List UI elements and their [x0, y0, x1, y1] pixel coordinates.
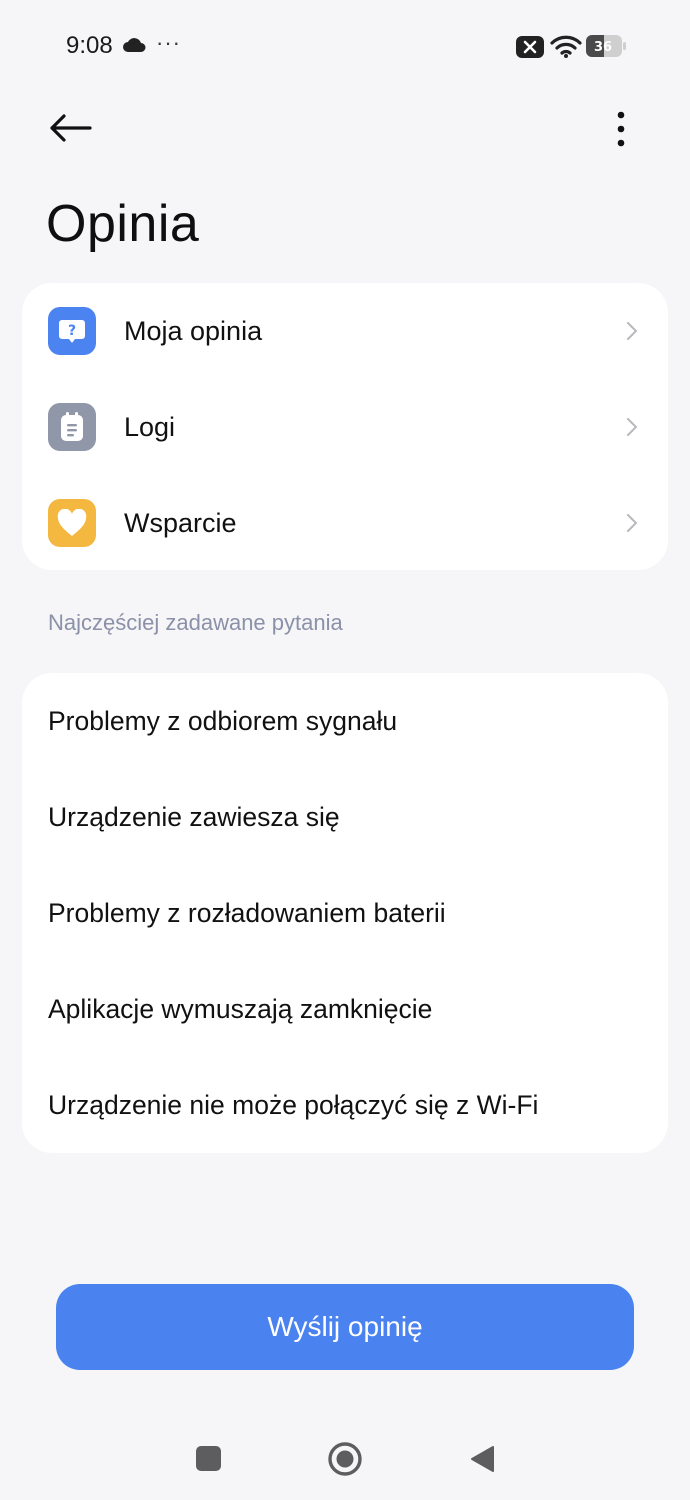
faq-item[interactable]: Problemy z odbiorem sygnału	[22, 673, 668, 769]
clipboard-icon	[48, 403, 96, 451]
send-feedback-button[interactable]: Wyślij opinię	[56, 1284, 634, 1370]
menu-item-support[interactable]: Wsparcie	[22, 475, 668, 571]
faq-item-label: Urządzenie nie może połączyć się z Wi-Fi	[48, 1089, 539, 1120]
battery-level: 36	[594, 40, 612, 55]
notification-off-icon	[516, 36, 544, 63]
menu-item-label: Moja opinia	[124, 315, 263, 346]
faq-item-label: Problemy z odbiorem sygnału	[48, 705, 398, 736]
cloud-icon	[122, 38, 146, 57]
more-vertical-icon	[617, 111, 625, 152]
battery-icon: 36	[586, 35, 626, 62]
heart-icon	[48, 499, 96, 547]
faq-section-header: Najczęściej zadawane pytania	[48, 610, 343, 635]
more-notifications-indicator: ···	[156, 30, 181, 55]
status-time: 9:08	[66, 32, 113, 59]
back-button[interactable]	[44, 108, 96, 152]
menu-item-label: Wsparcie	[124, 507, 237, 538]
faq-item-label: Urządzenie zawiesza się	[48, 801, 340, 832]
chevron-right-icon	[624, 320, 640, 342]
arrow-left-icon	[48, 113, 92, 148]
home-circle-icon[interactable]	[328, 1442, 362, 1476]
faq-card: Problemy z odbiorem sygnału Urządzenie z…	[22, 673, 668, 1153]
menu-card: ? Moja opinia Logi Wsparcie	[22, 283, 668, 570]
faq-item-label: Problemy z rozładowaniem baterii	[48, 897, 446, 928]
svg-text:?: ?	[68, 323, 76, 339]
faq-item[interactable]: Urządzenie zawiesza się	[22, 769, 668, 865]
faq-item[interactable]: Problemy z rozładowaniem baterii	[22, 865, 668, 961]
menu-item-my-feedback[interactable]: ? Moja opinia	[22, 283, 668, 379]
faq-item-label: Aplikacje wymuszają zamknięcie	[48, 993, 433, 1024]
chevron-right-icon	[624, 416, 640, 438]
faq-item[interactable]: Urządzenie nie może połączyć się z Wi-Fi	[22, 1057, 668, 1153]
page-title: Opinia	[46, 195, 200, 253]
menu-item-label: Logi	[124, 411, 176, 442]
status-bar: 9:08 ··· 36	[0, 0, 690, 92]
chevron-right-icon	[624, 512, 640, 534]
question-bubble-icon: ?	[48, 307, 96, 355]
recents-square-icon[interactable]	[196, 1446, 221, 1471]
back-triangle-icon[interactable]	[468, 1444, 496, 1474]
wifi-icon	[550, 34, 582, 63]
faq-item[interactable]: Aplikacje wymuszają zamknięcie	[22, 961, 668, 1057]
more-options-button[interactable]	[600, 106, 642, 156]
menu-item-logs[interactable]: Logi	[22, 379, 668, 475]
